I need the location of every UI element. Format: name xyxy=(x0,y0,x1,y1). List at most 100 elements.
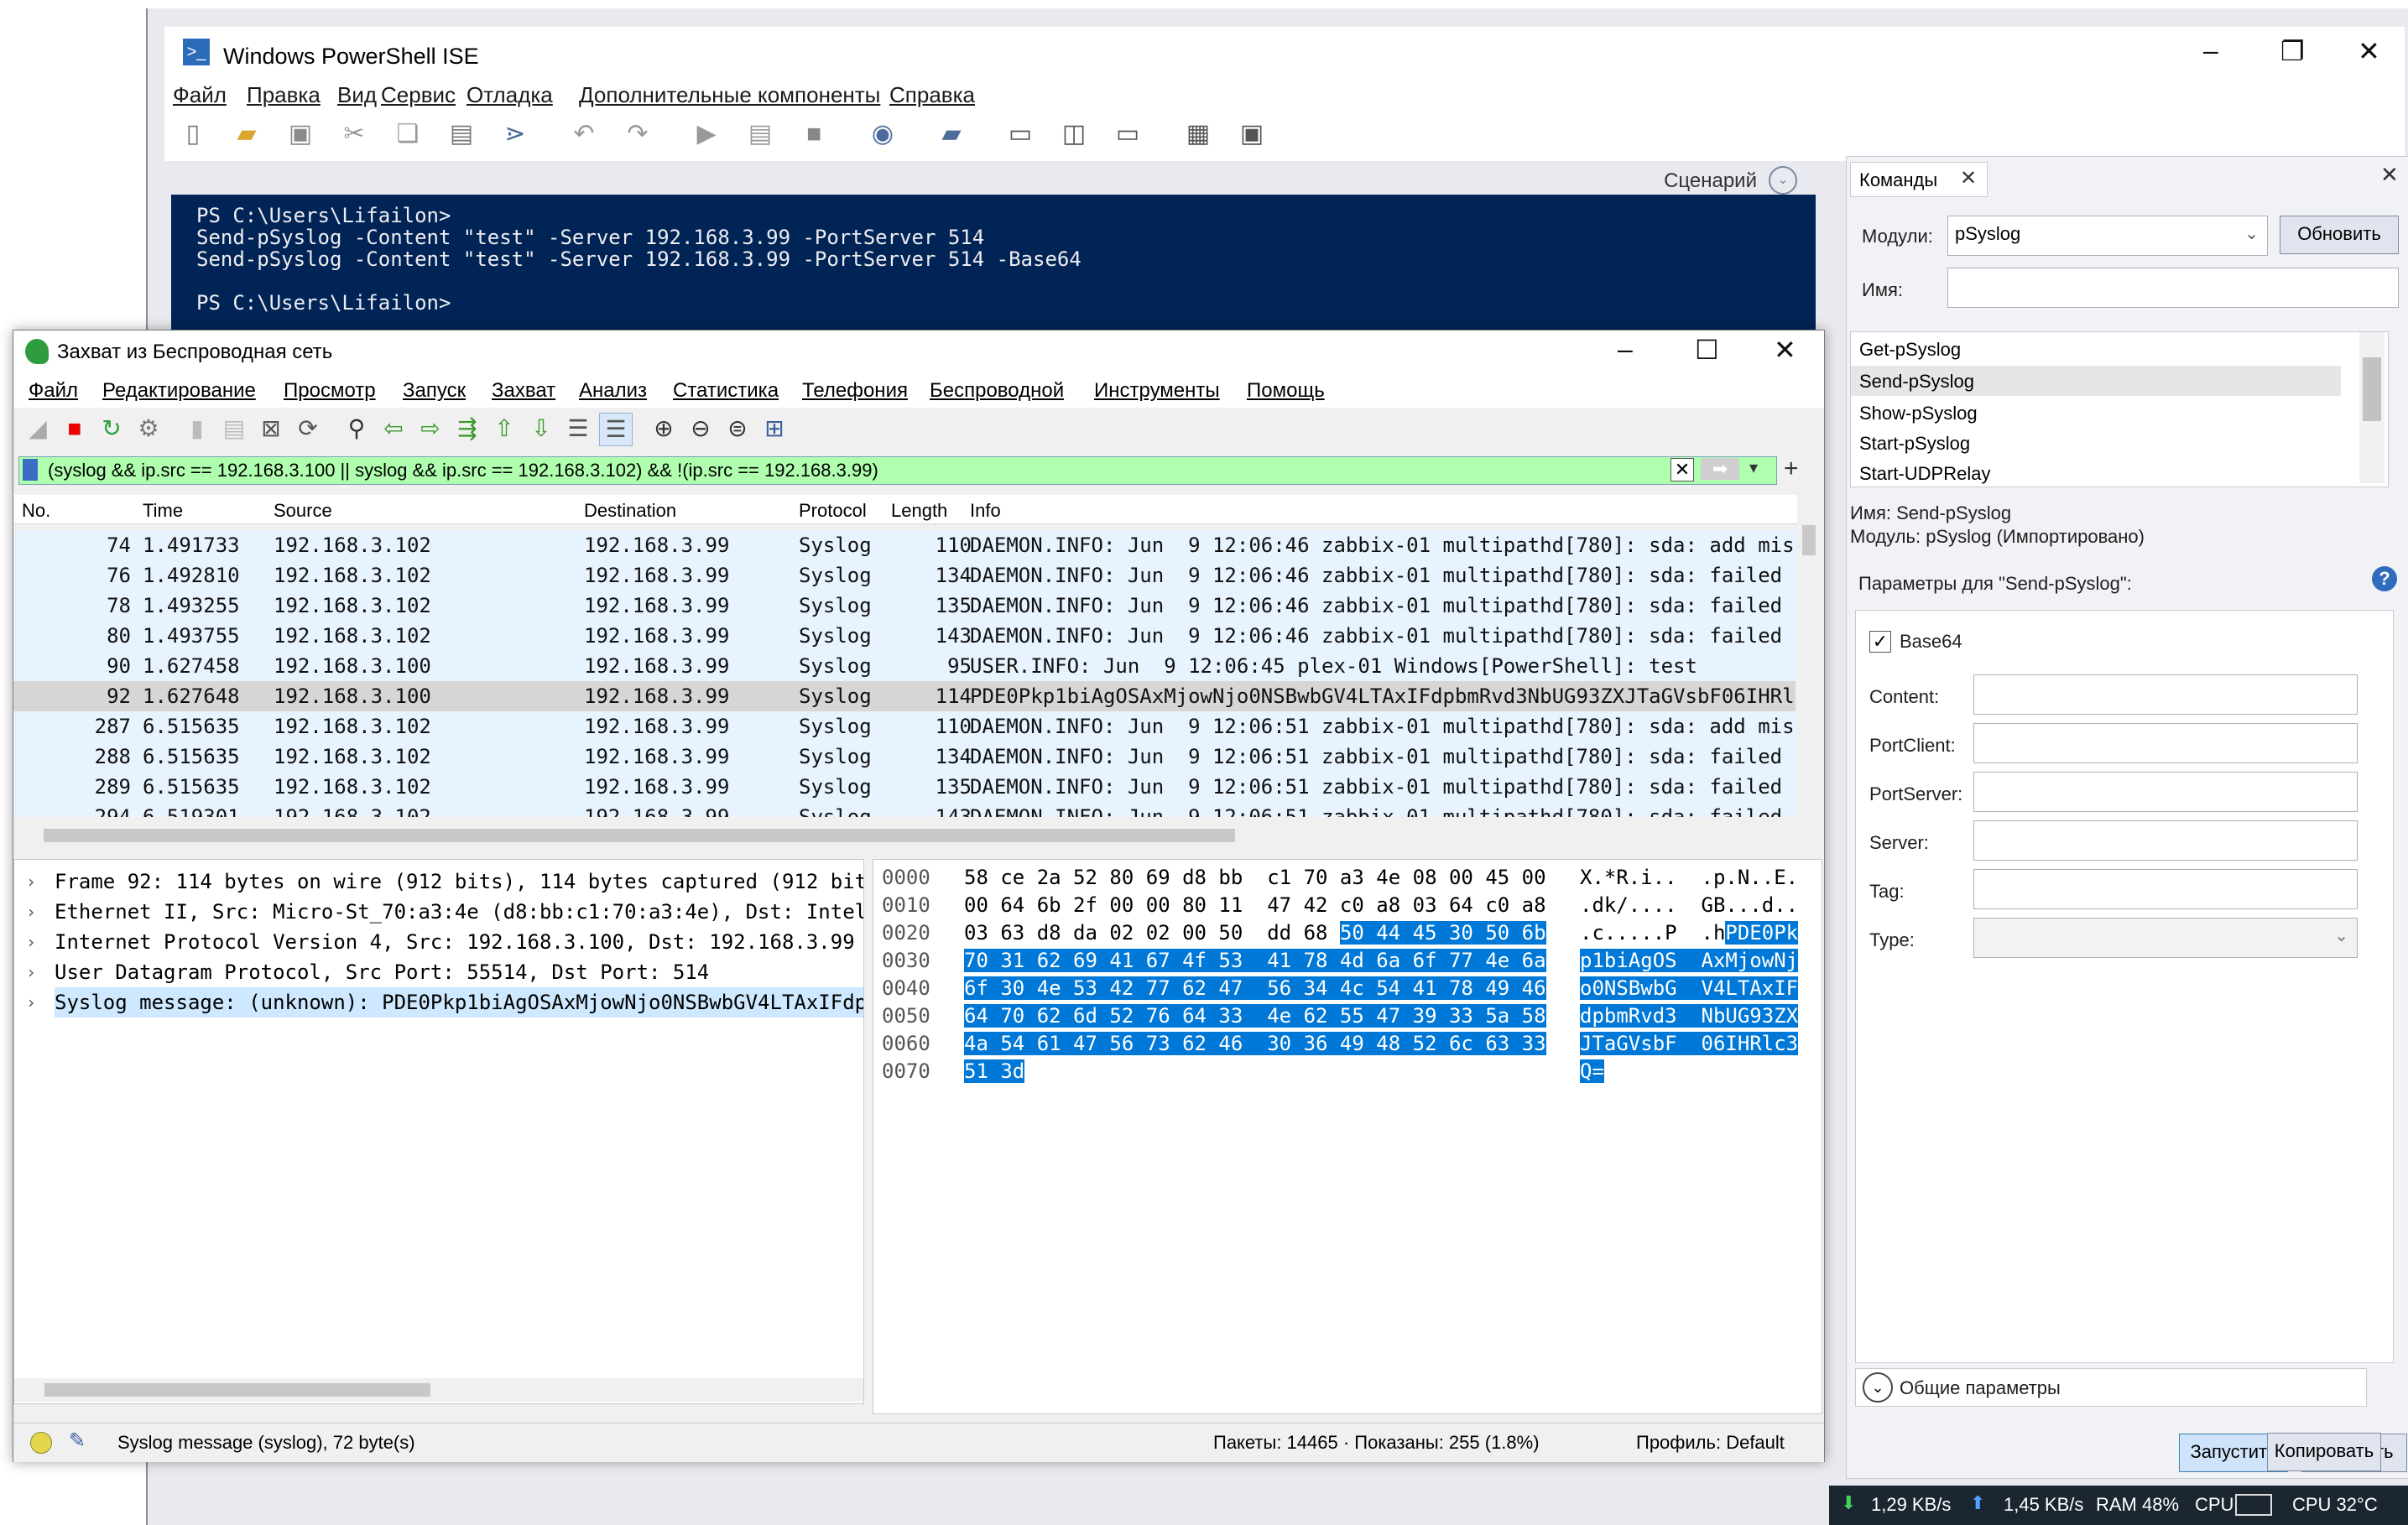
detail-row-selected[interactable]: › Syslog message: (unknown): PDE0Pkp1biAg… xyxy=(14,987,863,1018)
close-panel-icon[interactable]: ✕ xyxy=(2380,162,2399,188)
script-label[interactable]: Сценарий xyxy=(1664,169,1757,193)
packet-row[interactable]: 74 1.491733 192.168.3.102 192.168.3.99 Syslo… xyxy=(13,530,1796,560)
restart-capture-icon[interactable]: ↻ xyxy=(96,413,128,445)
hex-row[interactable]: 0030 70 31 62 69 41 67 4f 53 41 78 4d 6a … xyxy=(873,948,1822,973)
restore-icon[interactable]: ❐ xyxy=(2280,35,2305,67)
console-pane[interactable]: PS C:\Users\Lifailon> Send-pSyslog -Cont… xyxy=(171,195,1816,342)
paste-icon[interactable]: ▤ xyxy=(445,117,478,151)
menu-view[interactable]: Вид xyxy=(337,82,377,108)
col-info[interactable]: Info xyxy=(970,500,1001,522)
menu-debug[interactable]: Отладка xyxy=(466,82,553,108)
go-to-packet-icon[interactable]: ⇶ xyxy=(451,413,483,445)
param-content-input[interactable] xyxy=(1973,674,2358,715)
hex-row[interactable]: 0070 51 3d Q= xyxy=(873,1059,1822,1084)
detail-row[interactable]: › Ethernet II, Src: Micro-St_70:a3:4e (d8… xyxy=(14,897,863,927)
command-item[interactable]: Show-pSyslog xyxy=(1859,403,1978,424)
clear-filter-icon[interactable]: ✕ xyxy=(1670,458,1694,481)
col-protocol[interactable]: Protocol xyxy=(799,500,867,522)
save-icon[interactable]: ▣ xyxy=(284,117,317,151)
maximize-icon[interactable]: ☐ xyxy=(1695,334,1719,366)
hex-row[interactable]: 0000 58 ce 2a 52 80 69 d8 bb c1 70 a3 4e … xyxy=(873,865,1822,890)
clear-console-icon[interactable]: ⋗ xyxy=(498,117,532,151)
base64-checkbox[interactable]: ✓ xyxy=(1869,631,1891,653)
find-packet-icon[interactable]: ⚲ xyxy=(341,413,373,445)
col-no[interactable]: No. xyxy=(22,500,50,522)
packet-row[interactable]: 287 6.515635 192.168.3.102 192.168.3.99 Sysl… xyxy=(13,711,1796,742)
copy-button[interactable]: Копировать xyxy=(2267,1433,2381,1471)
menu-help[interactable]: Помощь xyxy=(1247,379,1325,403)
stop-icon[interactable]: ■ xyxy=(797,117,831,151)
hex-row[interactable]: 0020 03 63 d8 da 02 02 00 50 dd 68 50 44 … xyxy=(873,920,1822,945)
autoscroll-icon[interactable]: ☰ xyxy=(562,413,594,445)
cut-icon[interactable]: ✂ xyxy=(337,117,371,151)
list-scroll-thumb[interactable] xyxy=(2363,357,2381,421)
expand-arrow-icon[interactable]: › xyxy=(26,897,36,927)
menu-wireless[interactable]: Беспроводной xyxy=(930,379,1064,403)
menu-edit[interactable]: Правка xyxy=(247,82,321,108)
command-item-selected[interactable]: Send-pSyslog xyxy=(1851,366,2341,396)
hscroll-thumb[interactable] xyxy=(44,829,1235,842)
run-icon[interactable]: ▶ xyxy=(690,117,723,151)
reload-icon[interactable]: ⟳ xyxy=(292,413,324,445)
menu-telephony[interactable]: Телефония xyxy=(802,379,908,403)
modules-select[interactable]: pSyslog ⌄ xyxy=(1947,216,2268,256)
menu-file[interactable]: Файл xyxy=(173,82,227,108)
menu-tools[interactable]: Инструменты xyxy=(1094,379,1220,403)
param-portserver-input[interactable] xyxy=(1973,772,2358,812)
details-hscroll[interactable] xyxy=(14,1378,863,1402)
close-icon[interactable]: ✕ xyxy=(1774,334,1796,366)
command-item[interactable]: Start-UDPRelay xyxy=(1859,463,1990,485)
hex-row[interactable]: 0040 6f 30 4e 53 42 77 62 47 56 34 4c 54 … xyxy=(873,976,1822,1001)
command-item[interactable]: Start-pSyslog xyxy=(1859,433,1970,455)
start-capture-icon[interactable]: ◢ xyxy=(22,413,54,445)
packet-row[interactable]: 289 6.515635 192.168.3.102 192.168.3.99 Sysl… xyxy=(13,772,1796,802)
redo-icon[interactable]: ↷ xyxy=(621,117,654,151)
packet-row[interactable]: 294 6.519301 192.168.3.102 192.168.3.99 Sysl… xyxy=(13,802,1796,817)
remote-session-icon[interactable]: ◉ xyxy=(866,117,899,151)
go-forward-icon[interactable]: ⇨ xyxy=(414,413,446,445)
menu-view[interactable]: Просмотр xyxy=(284,379,376,403)
close-file-icon[interactable]: ⊠ xyxy=(255,413,287,445)
undo-icon[interactable]: ↶ xyxy=(567,117,601,151)
refresh-button[interactable]: Обновить xyxy=(2280,216,2399,254)
packet-row[interactable]: 90 1.627458 192.168.3.100 192.168.3.99 Syslo… xyxy=(13,651,1796,681)
console-scrollbar[interactable] xyxy=(1816,195,1839,342)
menu-go[interactable]: Запуск xyxy=(403,379,466,403)
capture-comment-icon[interactable]: ✎ xyxy=(69,1429,86,1453)
go-back-icon[interactable]: ⇦ xyxy=(378,413,409,445)
go-last-icon[interactable]: ⇩ xyxy=(525,413,557,445)
zoom-out-icon[interactable]: ⊖ xyxy=(685,413,717,445)
add-filter-button-icon[interactable]: + xyxy=(1784,455,1799,483)
go-first-icon[interactable]: ⇧ xyxy=(488,413,520,445)
param-tag-input[interactable] xyxy=(1973,869,2358,909)
param-type-select[interactable]: ⌄ xyxy=(1973,918,2358,958)
layout-top-icon[interactable]: ▭ xyxy=(1003,117,1037,151)
col-destination[interactable]: Destination xyxy=(584,500,676,522)
open-folder-icon[interactable]: ▰ xyxy=(230,117,263,151)
packet-row[interactable]: 80 1.493755 192.168.3.102 192.168.3.99 Syslo… xyxy=(13,621,1796,651)
hex-row[interactable]: 0010 00 64 6b 2f 00 00 80 11 47 42 c0 a8 … xyxy=(873,893,1822,918)
zoom-reset-icon[interactable]: ⊜ xyxy=(722,413,753,445)
expand-arrow-icon[interactable]: › xyxy=(26,987,36,1018)
expand-arrow-icon[interactable]: › xyxy=(26,927,36,957)
col-source[interactable]: Source xyxy=(274,500,332,522)
expand-arrow-icon[interactable]: › xyxy=(26,867,36,897)
command-item[interactable]: Get-pSyslog xyxy=(1859,339,1961,361)
param-portclient-input[interactable] xyxy=(1973,723,2358,763)
col-length[interactable]: Length xyxy=(891,500,947,522)
menu-tools[interactable]: Сервис xyxy=(381,82,456,108)
status-profile[interactable]: Профиль: Default xyxy=(1636,1432,1785,1454)
new-file-icon[interactable]: ▯ xyxy=(176,117,210,151)
list-scrollbar[interactable] xyxy=(2359,332,2385,483)
menu-edit[interactable]: Редактирование xyxy=(102,379,256,403)
minimize-icon[interactable]: – xyxy=(2203,35,2218,66)
menu-statistics[interactable]: Статистика xyxy=(673,379,779,403)
name-filter-input[interactable] xyxy=(1947,268,2399,308)
help-icon[interactable]: ? xyxy=(2372,566,2397,591)
close-tab-icon[interactable]: ✕ xyxy=(1960,166,1977,190)
show-commands-icon[interactable]: ▣ xyxy=(1235,117,1269,151)
menu-analyze[interactable]: Анализ xyxy=(579,379,647,403)
hex-row[interactable]: 0050 64 70 62 6d 52 76 64 33 4e 62 55 47 … xyxy=(873,1003,1822,1028)
detail-row[interactable]: › Frame 92: 114 bytes on wire (912 bits),… xyxy=(14,867,863,897)
capture-options-icon[interactable]: ⚙ xyxy=(133,413,164,445)
